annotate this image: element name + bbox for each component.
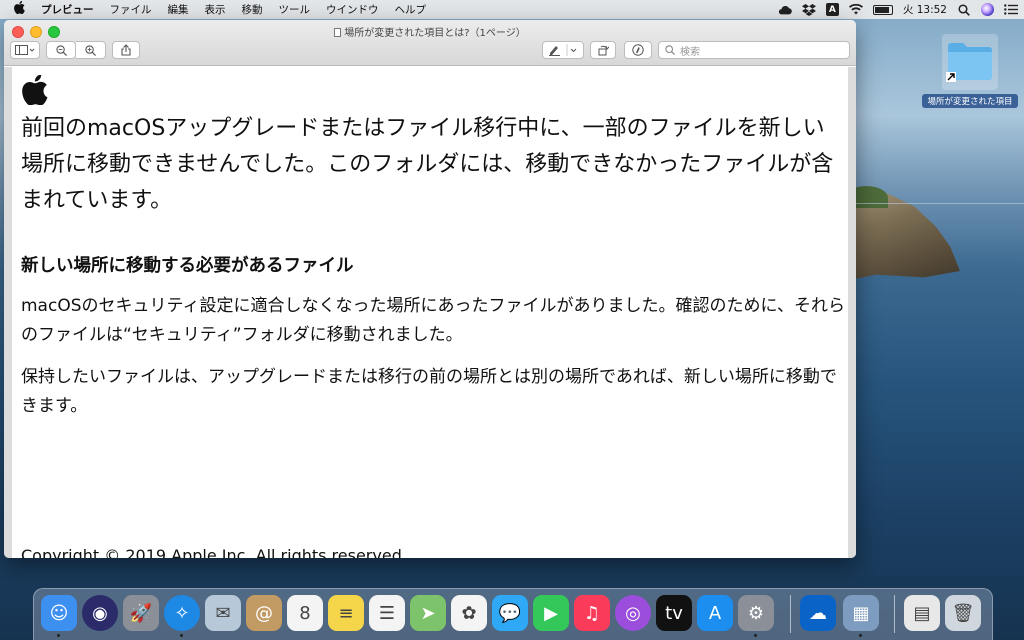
maps-icon[interactable]: ➤ (410, 595, 446, 631)
zoom-in-icon (85, 44, 96, 56)
document-icon[interactable]: ▤ (904, 595, 940, 631)
siri-icon[interactable]: ◉ (82, 595, 118, 631)
menu-help[interactable]: ヘルプ (387, 2, 435, 17)
document-page: 前回のmacOSアップグレードまたはファイル移行中に、一部のファイルを新しい場所… (12, 67, 848, 558)
system-preferences-icon[interactable]: ⚙ (738, 595, 774, 631)
document-scroll-area[interactable]: 前回のmacOSアップグレードまたはファイル移行中に、一部のファイルを新しい場所… (4, 67, 856, 558)
onedrive-icon[interactable]: ☁ (800, 595, 836, 631)
security-paragraph: macOSのセキュリティ設定に適合しなくなった場所にあったファイルがありました。… (21, 296, 845, 345)
reminders-icon[interactable]: ☰ (369, 595, 405, 631)
siri-menu-icon[interactable] (981, 3, 994, 16)
menu-view[interactable]: 表示 (197, 2, 234, 17)
dock-separator (894, 595, 895, 633)
mail-icon[interactable]: ✉ (205, 595, 241, 631)
spotlight-search-icon[interactable] (957, 3, 971, 16)
desktop-folder[interactable]: 場所が変更された項目 (922, 34, 1018, 108)
menu-go[interactable]: 移動 (234, 2, 271, 17)
contacts-icon[interactable]: @ (246, 595, 282, 631)
window-titlebar: 場所が変更された項目とは?（1ページ） 検索 (4, 20, 856, 66)
menu-bar: プレビュー ファイル 編集 表示 移動 ツール ウインドウ ヘルプ A 火 13… (0, 0, 1024, 19)
share-icon (121, 44, 131, 56)
dock-separator (790, 595, 791, 633)
menu-tools[interactable]: ツール (271, 2, 319, 17)
share-button[interactable] (112, 41, 140, 59)
document-icon-small (334, 28, 342, 37)
menu-edit[interactable]: 編集 (160, 2, 197, 17)
input-source-icon[interactable]: A (825, 3, 839, 16)
calendar-icon[interactable]: 8 (287, 595, 323, 631)
section-heading: 新しい場所に移動する必要があるファイル (21, 256, 354, 276)
app-store-icon[interactable]: A (697, 595, 733, 631)
menu-file[interactable]: ファイル (102, 2, 160, 17)
sidebar-icon (15, 45, 35, 55)
finder-icon[interactable]: ☺ (41, 595, 77, 631)
apple-menu-icon[interactable] (0, 0, 33, 18)
wallpaper-horizon (856, 203, 1024, 204)
search-field[interactable]: 検索 (658, 41, 850, 59)
wifi-icon[interactable] (848, 3, 863, 16)
intro-paragraph: 前回のmacOSアップグレードまたはファイル移行中に、一部のファイルを新しい場所… (21, 116, 834, 213)
window-title: 場所が変更された項目とは?（1ページ） (4, 24, 856, 39)
zoom-out-icon (55, 44, 67, 56)
sidebar-toggle-button[interactable] (10, 41, 40, 59)
notification-center-icon[interactable] (1004, 3, 1018, 16)
music-icon[interactable]: ♫ (574, 595, 610, 631)
apple-tv-icon[interactable]: tv (656, 595, 692, 631)
menu-preview[interactable]: プレビュー (33, 2, 102, 17)
rotate-button[interactable] (590, 41, 616, 59)
move-files-paragraph: 保持したいファイルは、アップグレードまたは移行の前の場所とは別の場所であれば、新… (21, 367, 837, 416)
safari-icon[interactable]: ✧ (164, 595, 200, 631)
search-icon (665, 45, 675, 55)
menu-window[interactable]: ウインドウ (318, 2, 387, 17)
preview-icon[interactable]: ▦ (843, 595, 879, 631)
dock: ☺ ◉ 🚀 ✧ ✉ @8 ≡ ☰ ➤ ✿ 💬 ▶ ♫ ◎ tv A ⚙ ☁ ▦ ▤ 🗑 (33, 588, 993, 640)
pen-icon (549, 44, 577, 56)
podcasts-icon[interactable]: ◎ (615, 595, 651, 631)
search-placeholder: 検索 (680, 46, 700, 58)
zoom-out-button[interactable] (46, 41, 76, 59)
battery-icon[interactable] (872, 4, 893, 15)
window-title-text: 場所が変更された項目とは?（1ページ） (344, 28, 526, 39)
folder-icon (946, 43, 992, 82)
launchpad-icon[interactable]: 🚀 (123, 595, 159, 631)
running-indicator (57, 634, 60, 637)
trash-icon[interactable]: 🗑 (945, 595, 981, 631)
dropbox-icon[interactable] (801, 3, 816, 16)
rotate-icon (598, 45, 609, 56)
notes-icon[interactable]: ≡ (328, 595, 364, 631)
markup-pen-button[interactable] (542, 41, 584, 59)
folder-label: 場所が変更された項目 (922, 94, 1018, 108)
messages-icon[interactable]: 💬 (492, 595, 528, 631)
running-indicator (180, 634, 183, 637)
apple-logo-icon (22, 75, 48, 105)
markup-icon (632, 44, 644, 56)
running-indicator (754, 634, 757, 637)
zoom-in-button[interactable] (76, 41, 106, 59)
markup-toolbar-button[interactable] (624, 41, 652, 59)
menu-clock[interactable]: 火 13:52 (903, 2, 947, 17)
facetime-icon[interactable]: ▶ (533, 595, 569, 631)
photos-icon[interactable]: ✿ (451, 595, 487, 631)
copyright-text: Copyright © 2019 Apple Inc. All rights r… (21, 546, 407, 558)
creative-cloud-icon[interactable] (778, 3, 792, 16)
running-indicator (859, 634, 862, 637)
preview-window: 場所が変更された項目とは?（1ページ） 検索 前回のmacOSアップグレードまた… (4, 20, 856, 558)
